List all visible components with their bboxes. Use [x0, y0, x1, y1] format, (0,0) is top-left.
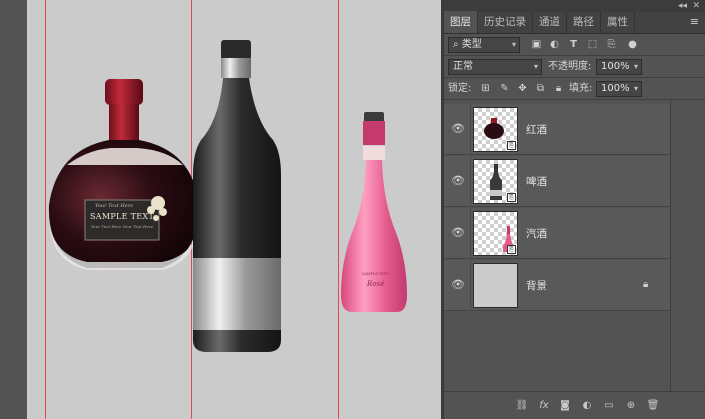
- layer-thumbnail: ⎘: [473, 107, 518, 152]
- wine-label-main: SAMPLE TEXT: [90, 212, 155, 221]
- layer-name[interactable]: 汽酒: [526, 226, 547, 241]
- divider: [470, 260, 471, 311]
- document-canvas[interactable]: Your Text Here SAMPLE TEXT Your Text Her…: [27, 0, 441, 419]
- layer-row[interactable]: 👁︎ ⎘ 红酒: [444, 104, 670, 155]
- wine-label-small: Your Text Here Your Text Here: [91, 224, 154, 229]
- layer-name[interactable]: 背景: [526, 278, 547, 293]
- link-layers-icon[interactable]: ⛓︎: [515, 399, 529, 413]
- lock-image-icon[interactable]: ✎: [498, 82, 511, 95]
- rose-label-top: SAMPLE TEXT: [362, 272, 389, 276]
- opacity-value: 100%: [601, 61, 630, 72]
- bottles-artwork: [48, 40, 407, 352]
- opacity-label: 不透明度:: [548, 61, 592, 72]
- tab-paths[interactable]: 路径: [567, 11, 601, 33]
- adjustment-filter-icon[interactable]: ◐: [548, 38, 561, 51]
- filter-type-select[interactable]: ⌕ 类型 ▾: [448, 37, 520, 53]
- panel-tabs: 图层 历史记录 通道 路径 属性 ≡: [444, 11, 705, 34]
- tab-layers[interactable]: 图层: [444, 11, 478, 33]
- blend-row: 正常 ▾ 不透明度: 100% ▾: [444, 56, 705, 78]
- collapse-icon[interactable]: ◂◂: [678, 0, 687, 12]
- filter-toggle-icon[interactable]: ●: [626, 38, 639, 51]
- layers-list: 👁︎ ⎘ 红酒 👁︎ ⎘ 啤酒 👁︎ ⎘ 汽酒 👁︎ 背景 🔒︎: [444, 104, 705, 391]
- smart-object-filter-icon[interactable]: ⎘: [605, 38, 618, 51]
- layer-row[interactable]: 👁︎ ⎘ 汽酒: [444, 208, 670, 259]
- tab-properties[interactable]: 属性: [601, 11, 635, 33]
- shape-filter-icon[interactable]: ⬚: [586, 38, 599, 51]
- beer-bottle: [193, 40, 281, 352]
- fill-label: 填充:: [569, 83, 593, 94]
- chevron-down-icon: ▾: [511, 40, 516, 49]
- smart-object-badge-icon: ⎘: [507, 245, 516, 254]
- layer-thumbnail: [473, 263, 518, 308]
- layers-scrollbar[interactable]: [670, 100, 682, 391]
- layer-thumbnail: ⎘: [473, 159, 518, 204]
- layer-row[interactable]: 👁︎ ⎘ 啤酒: [444, 156, 670, 207]
- smart-object-badge-icon: ⎘: [507, 193, 516, 202]
- divider: [470, 104, 471, 155]
- chevron-down-icon: ▾: [633, 62, 638, 71]
- lock-row: 锁定: ⊞ ✎ ✥ ⧉ 🔒︎ 填充: 100% ▾: [444, 78, 705, 100]
- add-mask-icon[interactable]: ◙: [558, 399, 572, 413]
- lock-artboard-icon[interactable]: ⧉: [534, 82, 547, 95]
- adjustment-layer-icon[interactable]: ◐: [580, 399, 594, 413]
- layer-name[interactable]: 红酒: [526, 122, 547, 137]
- filter-type-label: 类型: [461, 39, 482, 50]
- fill-value: 100%: [601, 83, 630, 94]
- eye-icon[interactable]: 👁︎: [450, 226, 466, 240]
- tab-channels[interactable]: 通道: [533, 11, 567, 33]
- layer-row[interactable]: 👁︎ 背景 🔒︎: [444, 260, 670, 311]
- eye-icon[interactable]: 👁︎: [450, 278, 466, 292]
- layer-thumbnail: ⎘: [473, 211, 518, 256]
- tab-history[interactable]: 历史记录: [478, 11, 533, 33]
- rose-label-script: Rosé: [367, 280, 385, 288]
- pixel-filter-icon[interactable]: ▣: [530, 38, 543, 51]
- panel-footer: ⛓︎ fx ◙ ◐ ▭ ⊕ 🗑︎: [444, 391, 705, 419]
- blend-mode-select[interactable]: 正常 ▾: [448, 59, 542, 75]
- chevron-down-icon: ▾: [533, 62, 538, 71]
- lock-label: 锁定:: [448, 83, 472, 94]
- new-layer-icon[interactable]: ⊕: [624, 399, 638, 413]
- close-icon[interactable]: ✕: [692, 0, 700, 12]
- divider: [470, 208, 471, 259]
- red-wine-bottle: [48, 79, 200, 270]
- divider: [470, 156, 471, 207]
- canvas-area[interactable]: Your Text Here SAMPLE TEXT Your Text Her…: [0, 0, 441, 419]
- chevron-down-icon: ▾: [633, 84, 638, 93]
- opacity-input[interactable]: 100% ▾: [596, 59, 642, 75]
- blend-mode-label: 正常: [453, 61, 473, 72]
- new-group-icon[interactable]: ▭: [602, 399, 616, 413]
- lock-position-icon[interactable]: ✥: [516, 82, 529, 95]
- lock-icon[interactable]: 🔒︎: [643, 279, 648, 290]
- fill-input[interactable]: 100% ▾: [596, 81, 642, 97]
- eye-icon[interactable]: 👁︎: [450, 174, 466, 188]
- eye-icon[interactable]: 👁︎: [450, 122, 466, 136]
- lock-transparent-icon[interactable]: ⊞: [479, 82, 492, 95]
- fx-icon[interactable]: fx: [537, 399, 551, 413]
- filter-row: ⌕ 类型 ▾ ▣ ◐ T ⬚ ⎘ ●: [444, 34, 705, 56]
- trash-icon[interactable]: 🗑︎: [646, 399, 660, 413]
- smart-object-badge-icon: ⎘: [507, 141, 516, 150]
- type-filter-icon[interactable]: T: [567, 38, 580, 51]
- layers-panel: ◂◂ ✕ 图层 历史记录 通道 路径 属性 ≡ ⌕ 类型 ▾ ▣ ◐ T ⬚ ⎘…: [441, 0, 705, 419]
- lock-all-icon[interactable]: 🔒︎: [552, 82, 565, 95]
- search-icon: ⌕: [453, 39, 459, 50]
- wine-label-script: Your Text Here: [95, 203, 134, 209]
- layer-name[interactable]: 啤酒: [526, 174, 547, 189]
- panel-menu-icon[interactable]: ≡: [690, 15, 699, 28]
